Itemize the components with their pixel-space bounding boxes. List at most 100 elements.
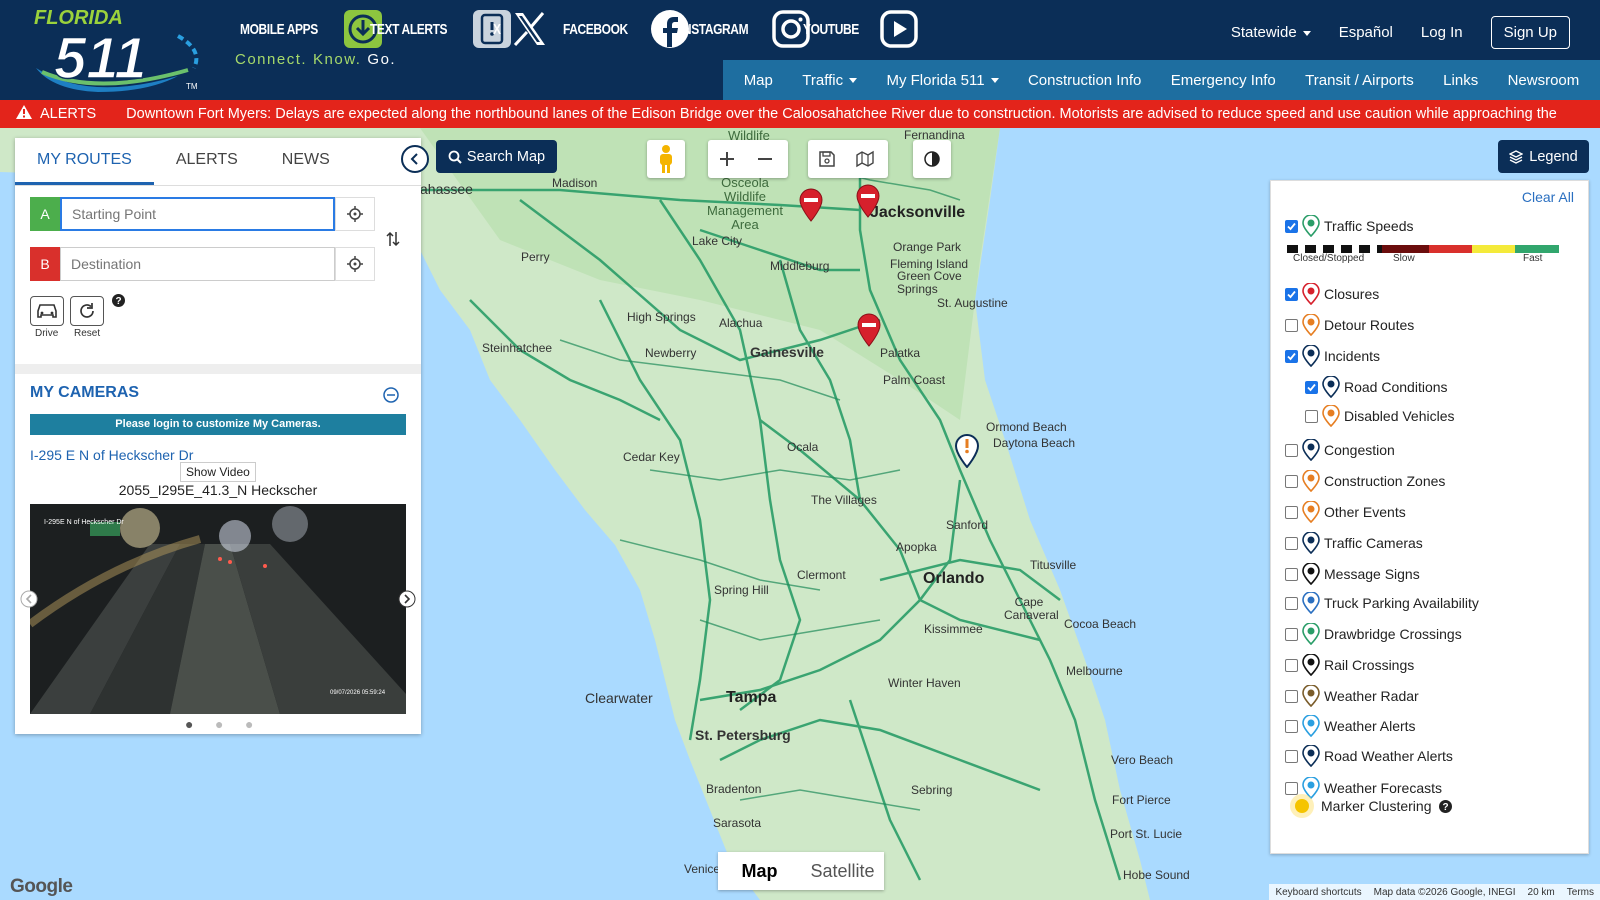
tab-news[interactable]: NEWS xyxy=(260,138,352,185)
facebook-link[interactable]: FACEBOOK xyxy=(563,8,690,50)
nav-emergency-info[interactable]: Emergency Info xyxy=(1171,72,1276,89)
legend-row-rail-crossings[interactable]: Rail Crossings xyxy=(1285,654,1414,676)
scale-bar[interactable]: 20 km xyxy=(1528,887,1555,898)
checkbox-message-signs[interactable] xyxy=(1285,567,1298,581)
legend-row-traffic-cameras[interactable]: Traffic Cameras xyxy=(1285,532,1423,554)
search-map-button[interactable]: Search Map xyxy=(436,140,557,173)
legend-row-truck-parking[interactable]: Truck Parking Availability xyxy=(1285,592,1479,614)
keyboard-shortcuts-link[interactable]: Keyboard shortcuts xyxy=(1275,887,1361,898)
checkbox-truck-parking[interactable] xyxy=(1285,596,1298,610)
legend-button[interactable]: Legend xyxy=(1498,140,1589,173)
carousel-dot[interactable]: ● xyxy=(245,716,253,732)
checkbox-closures[interactable] xyxy=(1285,287,1298,301)
checkbox-traffic-speeds[interactable] xyxy=(1285,219,1298,233)
closure-marker[interactable] xyxy=(856,313,882,347)
tab-my-routes[interactable]: MY ROUTES xyxy=(15,138,154,185)
chevron-right-icon[interactable] xyxy=(398,590,416,608)
incident-marker[interactable] xyxy=(954,434,980,468)
checkbox-disabled-vehicles[interactable] xyxy=(1305,409,1318,423)
legend-row-disabled-vehicles[interactable]: Disabled Vehicles xyxy=(1305,405,1455,427)
checkbox-weather-radar[interactable] xyxy=(1285,689,1298,703)
nav-my-florida-511[interactable]: My Florida 511 xyxy=(886,72,999,89)
login-link[interactable]: Log In xyxy=(1421,24,1463,41)
message-signs-icon xyxy=(1302,563,1320,585)
legend-row-drawbridge-crossings[interactable]: Drawbridge Crossings xyxy=(1285,623,1462,645)
carousel-dot-active[interactable]: ● xyxy=(185,716,193,732)
contrast-toggle[interactable] xyxy=(913,140,951,178)
map-type-satellite[interactable]: Satellite xyxy=(801,852,884,890)
checkbox-detour-routes[interactable] xyxy=(1285,318,1298,332)
chevron-left-icon[interactable] xyxy=(20,590,38,608)
checkbox-incidents[interactable] xyxy=(1285,349,1298,363)
locate-icon[interactable] xyxy=(335,247,375,281)
show-video-button[interactable]: Show Video xyxy=(180,462,256,482)
legend-row-congestion[interactable]: Congestion xyxy=(1285,439,1395,461)
checkbox-traffic-cameras[interactable] xyxy=(1285,536,1298,550)
nav-construction-info[interactable]: Construction Info xyxy=(1028,72,1141,89)
reset-button[interactable] xyxy=(70,296,104,326)
map-type-map[interactable]: Map xyxy=(718,852,801,890)
checkbox-rail-crossings[interactable] xyxy=(1285,658,1298,672)
help-icon[interactable]: ? xyxy=(112,294,125,307)
legend-row-message-signs[interactable]: Message Signs xyxy=(1285,563,1420,585)
street-view-pegman[interactable] xyxy=(647,140,685,178)
legend-row-other-events[interactable]: Other Events xyxy=(1285,501,1406,523)
closure-marker[interactable] xyxy=(798,188,824,222)
marker-clustering-row[interactable]: Marker Clustering ? xyxy=(1289,793,1453,819)
checkbox-road-weather-alerts[interactable] xyxy=(1285,749,1298,763)
save-view-button[interactable] xyxy=(808,140,846,178)
map-label: Hobe Sound xyxy=(1123,868,1190,882)
clear-all-link[interactable]: Clear All xyxy=(1522,189,1574,205)
text-alerts-link[interactable]: TEXT ALERTS xyxy=(370,8,512,50)
swap-icon[interactable] xyxy=(386,231,400,247)
nav-newsroom[interactable]: Newsroom xyxy=(1508,72,1580,89)
alert-ticker[interactable]: ALERTS Downtown Fort Myers: Delays are e… xyxy=(0,100,1600,128)
checkbox-drawbridge-crossings[interactable] xyxy=(1285,627,1298,641)
camera-image[interactable]: I-295E N of Heckscher Dr 09/07/2026 05:5… xyxy=(30,504,406,714)
drive-button[interactable] xyxy=(30,296,64,326)
weather-alerts-icon xyxy=(1302,715,1320,737)
zoom-in-button[interactable] xyxy=(708,140,746,178)
checkbox-other-events[interactable] xyxy=(1285,505,1298,519)
terms-link[interactable]: Terms xyxy=(1567,887,1594,898)
x-link[interactable]: X xyxy=(493,8,549,50)
carousel-dot[interactable]: ● xyxy=(215,716,223,732)
collapse-panel-button[interactable] xyxy=(401,145,429,173)
legend-row-closures[interactable]: Closures xyxy=(1285,283,1379,305)
legend-row-weather-radar[interactable]: Weather Radar xyxy=(1285,685,1419,707)
legend-row-construction-zones[interactable]: Construction Zones xyxy=(1285,470,1445,492)
checkbox-construction-zones[interactable] xyxy=(1285,474,1298,488)
locate-icon[interactable] xyxy=(335,197,375,231)
legend-row-weather-alerts[interactable]: Weather Alerts xyxy=(1285,715,1416,737)
destination-input[interactable] xyxy=(60,247,335,281)
legend-row-detour-routes[interactable]: Detour Routes xyxy=(1285,314,1414,336)
collapse-minus-icon[interactable] xyxy=(383,387,399,403)
closure-marker[interactable] xyxy=(855,184,881,218)
legend-row-incidents[interactable]: Incidents xyxy=(1285,345,1380,367)
tab-alerts[interactable]: ALERTS xyxy=(154,138,260,185)
florida-511-logo[interactable]: FLORIDA 511 TM xyxy=(28,6,218,94)
mobile-apps-link[interactable]: MOBILE APPS xyxy=(240,8,383,50)
checkbox-weather-alerts[interactable] xyxy=(1285,719,1298,733)
x-logo-icon xyxy=(509,9,549,49)
legend-row-road-conditions[interactable]: Road Conditions xyxy=(1305,376,1448,398)
signup-button[interactable]: Sign Up xyxy=(1490,16,1570,49)
nav-traffic[interactable]: Traffic xyxy=(802,72,858,89)
checkbox-congestion[interactable] xyxy=(1285,443,1298,457)
region-dropdown[interactable]: Statewide xyxy=(1231,24,1311,41)
camera-name-link[interactable]: I-295 E N of Heckscher Dr xyxy=(30,447,193,463)
nav-links[interactable]: Links xyxy=(1443,72,1478,89)
instagram-link[interactable]: INSTAGRAM xyxy=(680,8,811,50)
help-icon[interactable]: ? xyxy=(1439,799,1453,813)
language-link[interactable]: Español xyxy=(1339,24,1393,41)
legend-row-road-weather-alerts[interactable]: Road Weather Alerts xyxy=(1285,745,1453,767)
nav-map[interactable]: Map xyxy=(744,72,773,89)
starting-point-input[interactable] xyxy=(60,197,335,231)
map-layers-button[interactable] xyxy=(846,140,884,178)
checkbox-road-conditions[interactable] xyxy=(1305,380,1318,394)
nav-transit-airports[interactable]: Transit / Airports xyxy=(1305,72,1414,89)
youtube-link[interactable]: YOUTUBE xyxy=(803,8,919,50)
legend-row-traffic-speeds[interactable]: Traffic Speeds xyxy=(1285,215,1414,237)
speed-segment-slow xyxy=(1429,245,1472,253)
zoom-out-button[interactable] xyxy=(746,140,784,178)
